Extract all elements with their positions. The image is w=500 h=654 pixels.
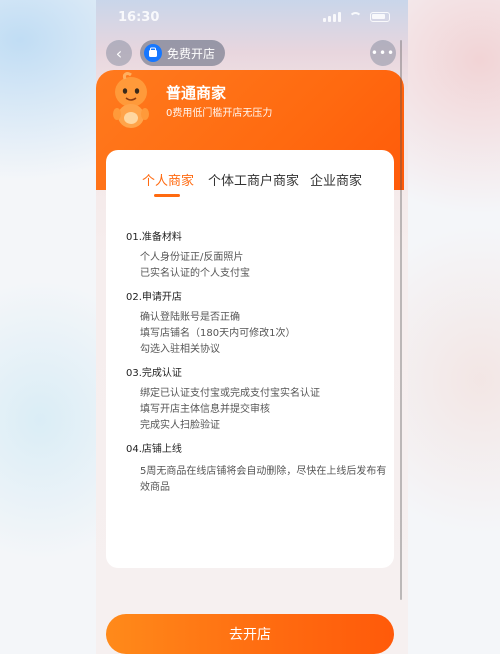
- section-title: 01.准备材料: [126, 232, 182, 243]
- hero-subtitle: 0费用低门槛开店无压力: [166, 108, 273, 119]
- status-icons: [323, 11, 390, 22]
- more-button[interactable]: •••: [370, 40, 396, 66]
- section-title: 04.店铺上线: [126, 444, 182, 455]
- status-bar: 16:30: [96, 0, 408, 36]
- instructions-card: 个人商家 个体工商户商家 企业商家 01.准备材料 个人身份证正/反面照片 已实…: [106, 150, 394, 568]
- app-title-pill[interactable]: 免费开店: [140, 40, 226, 66]
- section-item: 填写开店主体信息并提交审核: [140, 404, 270, 415]
- tab-personal[interactable]: 个人商家: [142, 170, 194, 189]
- status-time: 16:30: [118, 10, 160, 25]
- section-item: 个人身份证正/反面照片: [140, 252, 244, 263]
- section-item: 5周无商品在线店铺将会自动删除，尽快在上线后发布有: [140, 466, 387, 477]
- tab-enterprise[interactable]: 企业商家: [310, 170, 362, 189]
- scrollbar[interactable]: [400, 40, 402, 600]
- section-title: 02.申请开店: [126, 292, 182, 303]
- tab-underline: [154, 194, 180, 197]
- back-button[interactable]: ‹: [106, 40, 132, 66]
- section-item: 勾选入驻相关协议: [140, 344, 220, 355]
- section-item: 完成实人扫脸验证: [140, 420, 220, 431]
- nav-title: 免费开店: [167, 46, 216, 61]
- tab-individual-business[interactable]: 个体工商户商家: [208, 170, 299, 189]
- section-item: 绑定已认证支付宝或完成支付宝实名认证: [140, 388, 320, 399]
- taobao-icon: [144, 44, 162, 62]
- wifi-icon: [349, 11, 362, 22]
- section-item: 填写店铺名（180天内可修改1次）: [140, 328, 296, 339]
- section-item: 效商品: [140, 482, 170, 493]
- chevron-left-icon: ‹: [115, 43, 123, 63]
- section-item: 确认登陆账号是否正确: [140, 312, 240, 323]
- hero-title: 普通商家: [166, 84, 227, 102]
- section-item: 已实名认证的个人支付宝: [140, 268, 250, 279]
- nav-bar: ‹ 免费开店 •••: [104, 40, 402, 66]
- open-store-button[interactable]: 去开店: [106, 614, 394, 654]
- merchant-type-tabs: 个人商家 个体工商户商家 企业商家: [106, 170, 394, 198]
- signal-icon: [323, 11, 341, 22]
- battery-icon: [370, 11, 390, 22]
- more-dots-icon: •••: [370, 46, 396, 60]
- section-title: 03.完成认证: [126, 368, 182, 379]
- mascot-icon: [113, 72, 149, 128]
